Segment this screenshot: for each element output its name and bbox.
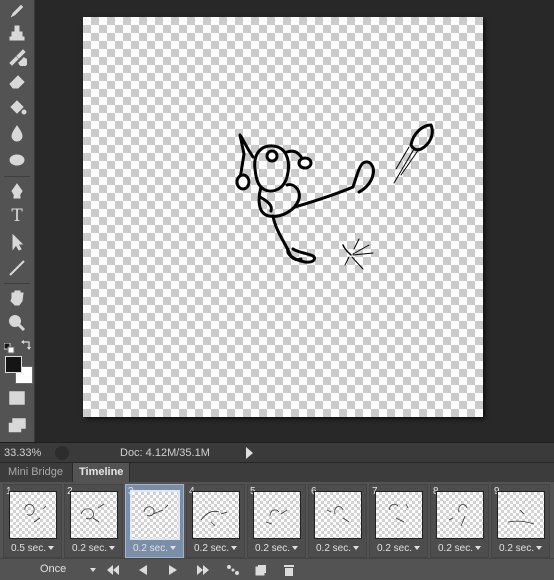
- screen-mode-icon[interactable]: [3, 415, 31, 437]
- delete-frame-icon[interactable]: [280, 562, 298, 577]
- frame-delay-select[interactable]: 0.2 sec.: [187, 543, 244, 555]
- frame-delay-value: 0.2 sec.: [376, 543, 413, 554]
- timeline-frame[interactable]: 80.2 sec.: [430, 484, 489, 558]
- pencil-icon[interactable]: [3, 0, 31, 22]
- foreground-color-swatch[interactable]: [5, 356, 22, 373]
- chevron-down-icon: [48, 546, 55, 551]
- paint-bucket-icon[interactable]: [3, 96, 31, 118]
- first-frame-icon[interactable]: [104, 562, 122, 577]
- frame-delay-value: 0.2 sec.: [437, 543, 474, 554]
- panel-tab-bar: Mini Bridge Timeline: [0, 462, 554, 483]
- frame-thumbnail: [436, 491, 484, 539]
- chevron-down-icon: [536, 546, 543, 551]
- frame-delay-select[interactable]: 0.2 sec.: [431, 543, 488, 555]
- path-selection-icon[interactable]: [3, 231, 31, 253]
- timeline-frame[interactable]: 10.5 sec.: [3, 484, 62, 558]
- tween-icon[interactable]: [224, 562, 242, 577]
- document-size-info: Doc: 4.12M/35.1M: [120, 447, 210, 459]
- chevron-down-icon: [170, 546, 177, 551]
- eraser-icon[interactable]: [3, 70, 31, 92]
- status-info-arrow-icon[interactable]: [246, 447, 253, 459]
- chevron-down-icon: [353, 546, 360, 551]
- frame-delay-select[interactable]: 0.5 sec.: [4, 543, 61, 555]
- frame-delay-value: 0.2 sec.: [498, 543, 535, 554]
- hand-icon[interactable]: [3, 286, 31, 308]
- pen-icon[interactable]: [3, 180, 31, 202]
- duplicate-frame-icon[interactable]: [252, 562, 270, 577]
- next-frame-icon[interactable]: [194, 562, 212, 577]
- loop-options-value: Once: [40, 563, 67, 575]
- frame-thumbnail: [314, 491, 362, 539]
- status-bar: 33.33% Doc: 4.12M/35.1M: [0, 442, 554, 463]
- photoshop-window: T 33.33% Doc: 4.12M/35.1M Mini Bridge Ti…: [0, 0, 554, 580]
- frame-delay-value: 0.2 sec.: [315, 543, 352, 554]
- sponge-icon[interactable]: [3, 148, 31, 170]
- timeline-controls: Once: [0, 558, 554, 580]
- frame-delay-value: 0.2 sec.: [254, 543, 291, 554]
- frame-thumbnail: [130, 490, 180, 540]
- frame-delay-value: 0.2 sec.: [132, 543, 169, 554]
- frame-thumbnail: [70, 491, 118, 539]
- timeline-frame[interactable]: 70.2 sec.: [369, 484, 428, 558]
- quick-mask-icon[interactable]: [3, 387, 31, 409]
- chevron-down-icon: [90, 568, 96, 572]
- play-icon[interactable]: [164, 562, 182, 577]
- timeline-panel: 10.5 sec.20.2 sec.30.2 sec.40.2 sec.50.2…: [0, 482, 554, 558]
- history-brush-icon[interactable]: [3, 46, 31, 68]
- clone-stamp-icon[interactable]: [3, 22, 31, 44]
- frame-thumbnail: [9, 491, 57, 539]
- blur-icon[interactable]: [3, 122, 31, 144]
- frame-delay-select[interactable]: 0.2 sec.: [370, 543, 427, 555]
- timeline-frame[interactable]: 20.2 sec.: [64, 484, 123, 558]
- frame-delay-select[interactable]: 0.2 sec.: [126, 543, 183, 555]
- chevron-down-icon: [109, 546, 116, 551]
- timeline-frame[interactable]: 30.2 sec.: [125, 484, 184, 558]
- document-workspace: [35, 0, 554, 442]
- timeline-frame[interactable]: 40.2 sec.: [186, 484, 245, 558]
- frame-thumbnail: [497, 491, 545, 539]
- zoom-icon[interactable]: [3, 312, 31, 334]
- chevron-down-icon: [475, 546, 482, 551]
- frame-thumbnail: [253, 491, 301, 539]
- frame-thumbnail: [375, 491, 423, 539]
- tab-timeline[interactable]: Timeline: [72, 463, 131, 482]
- previous-frame-icon[interactable]: [134, 562, 152, 577]
- type-glyph: T: [11, 205, 23, 226]
- frame-delay-value: 0.2 sec.: [71, 543, 108, 554]
- default-colors-icon[interactable]: [3, 341, 15, 354]
- timeline-frame[interactable]: 50.2 sec.: [247, 484, 306, 558]
- frame-delay-select[interactable]: 0.2 sec.: [492, 543, 549, 555]
- frame-thumbnail: [192, 491, 240, 539]
- frame-delay-value: 0.2 sec.: [193, 543, 230, 554]
- zoom-level[interactable]: 33.33%: [4, 446, 48, 460]
- tab-mini-bridge[interactable]: Mini Bridge: [2, 463, 69, 482]
- type-icon[interactable]: T: [3, 205, 31, 227]
- status-menu-icon[interactable]: [55, 446, 69, 460]
- document-canvas[interactable]: [83, 17, 483, 417]
- cartoon-kicking-figure: [235, 123, 434, 270]
- frame-delay-value: 0.5 sec.: [10, 543, 47, 554]
- timeline-frame[interactable]: 90.2 sec.: [491, 484, 550, 558]
- loop-options-select[interactable]: Once: [40, 562, 96, 577]
- chevron-down-icon: [292, 546, 299, 551]
- timeline-frame[interactable]: 60.2 sec.: [308, 484, 367, 558]
- frame-delay-select[interactable]: 0.2 sec.: [309, 543, 366, 555]
- frame-delay-select[interactable]: 0.2 sec.: [248, 543, 305, 555]
- frame-delay-select[interactable]: 0.2 sec.: [65, 543, 122, 555]
- chevron-down-icon: [414, 546, 421, 551]
- chevron-down-icon: [231, 546, 238, 551]
- swap-colors-icon[interactable]: [20, 338, 32, 350]
- tools-panel: T: [0, 0, 35, 442]
- line-icon[interactable]: [3, 257, 31, 279]
